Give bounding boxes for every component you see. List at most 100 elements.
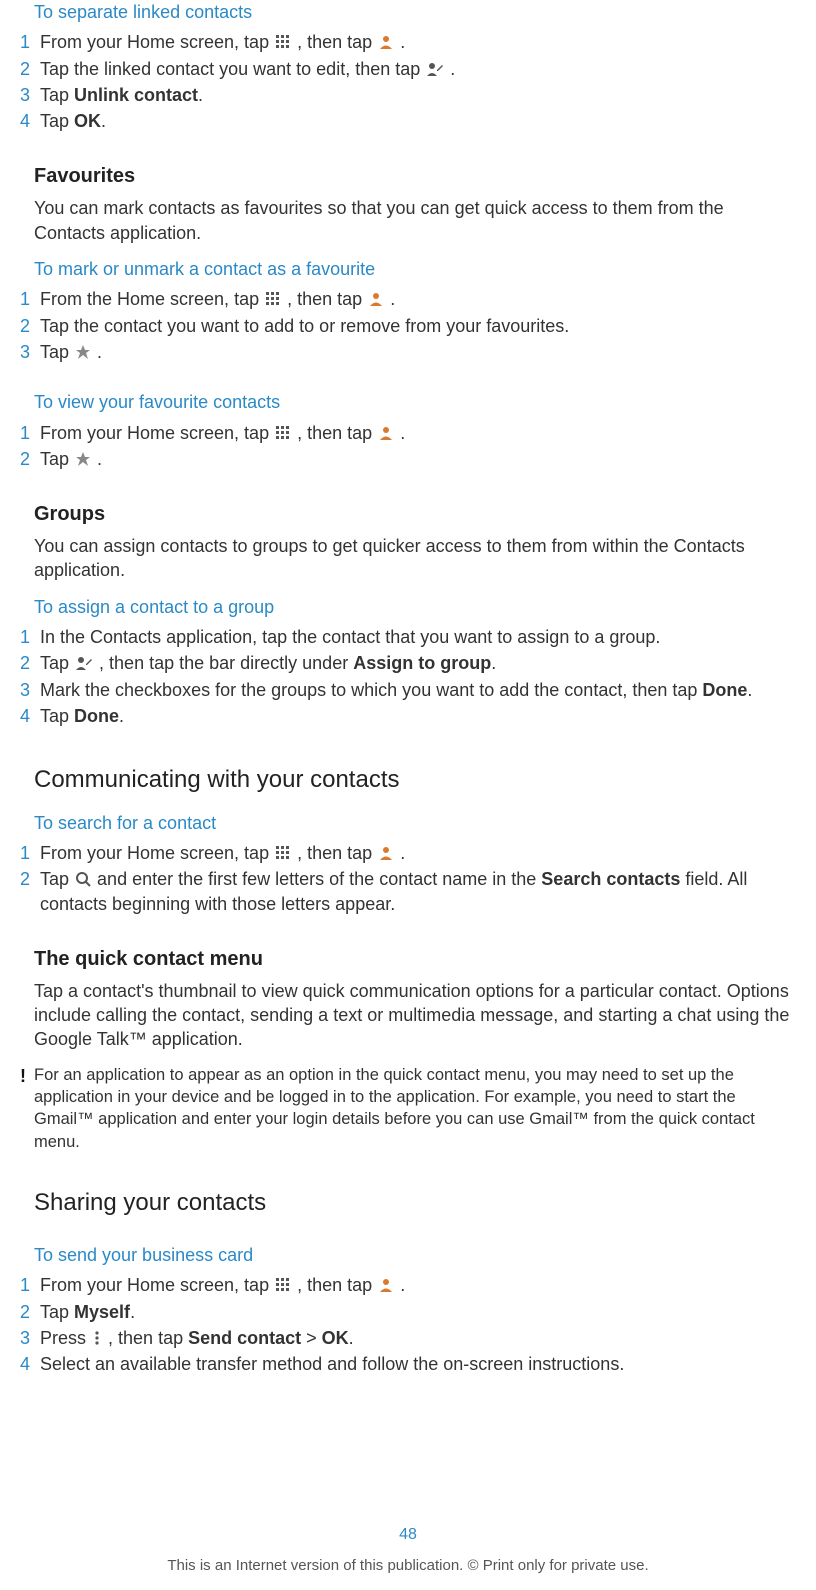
text: From your Home screen, tap <box>40 423 274 443</box>
contact-icon <box>378 34 394 50</box>
step-row: 3 Tap Unlink contact. <box>20 83 796 109</box>
text: From your Home screen, tap <box>40 32 274 52</box>
text: , then tap the bar directly under <box>99 653 353 673</box>
text: , then tap <box>297 843 377 863</box>
step-row: 1 From your Home screen, tap , then tap … <box>20 421 796 447</box>
step-row: 1 In the Contacts application, tap the c… <box>20 625 796 651</box>
step-body: Tap Unlink contact. <box>40 83 796 107</box>
bold-text: Done <box>702 680 747 700</box>
bold-text: Assign to group <box>353 653 491 673</box>
step-row: 2 Tap . <box>20 447 796 473</box>
steps-mark-favourite: 1 From the Home screen, tap , then tap .… <box>20 287 796 366</box>
step-body: In the Contacts application, tap the con… <box>40 625 796 649</box>
text: Tap <box>40 653 74 673</box>
apps-grid-icon <box>265 291 281 307</box>
task-title-search-contact: To search for a contact <box>34 811 796 835</box>
steps-send-business-card: 1 From your Home screen, tap , then tap … <box>20 1273 796 1378</box>
text: Press <box>40 1328 91 1348</box>
step-number: 2 <box>20 314 40 338</box>
step-body: From the Home screen, tap , then tap . <box>40 287 796 311</box>
text: . <box>400 32 405 52</box>
text: Tap the linked contact you want to edit,… <box>40 59 425 79</box>
step-body: From your Home screen, tap , then tap . <box>40 841 796 865</box>
step-body: Tap and enter the first few letters of t… <box>40 867 796 916</box>
step-row: 3 Mark the checkboxes for the groups to … <box>20 678 796 704</box>
text: , then tap <box>108 1328 188 1348</box>
step-number: 2 <box>20 1300 40 1324</box>
bold-text: Myself <box>74 1302 130 1322</box>
text: Tap <box>40 706 74 726</box>
apps-grid-icon <box>275 845 291 861</box>
step-row: 2 Tap and enter the first few letters of… <box>20 867 796 918</box>
step-number: 4 <box>20 1352 40 1376</box>
bold-text: Done <box>74 706 119 726</box>
footer-text: This is an Internet version of this publ… <box>0 1556 816 1576</box>
step-body: From your Home screen, tap , then tap . <box>40 421 796 445</box>
step-body: Tap the linked contact you want to edit,… <box>40 57 796 81</box>
step-number: 2 <box>20 447 40 471</box>
text: . <box>400 1275 405 1295</box>
text: . <box>390 289 395 309</box>
text: . <box>400 423 405 443</box>
apps-grid-icon <box>275 1277 291 1293</box>
step-number: 2 <box>20 57 40 81</box>
text: Tap <box>40 111 74 131</box>
step-row: 3 Press , then tap Send contact > OK. <box>20 1326 796 1352</box>
step-body: Tap Done. <box>40 704 796 728</box>
step-body: Tap Myself. <box>40 1300 796 1324</box>
step-body: From your Home screen, tap , then tap . <box>40 1273 796 1297</box>
text: . <box>400 843 405 863</box>
step-body: Tap . <box>40 340 796 364</box>
step-number: 1 <box>20 1273 40 1297</box>
menu-dots-icon <box>92 1330 102 1346</box>
step-number: 1 <box>20 30 40 54</box>
task-title-mark-favourite: To mark or unmark a contact as a favouri… <box>34 257 796 281</box>
step-row: 2 Tap , then tap the bar directly under … <box>20 651 796 677</box>
bold-text: Send contact <box>188 1328 301 1348</box>
step-number: 1 <box>20 625 40 649</box>
step-row: 3 Tap . <box>20 340 796 366</box>
section-heading-quick-contact: The quick contact menu <box>34 946 796 973</box>
step-row: 1 From your Home screen, tap , then tap … <box>20 1273 796 1299</box>
steps-assign-group: 1 In the Contacts application, tap the c… <box>20 625 796 730</box>
text: . <box>119 706 124 726</box>
step-body: Tap OK. <box>40 109 796 133</box>
text: . <box>101 111 106 131</box>
text: . <box>747 680 752 700</box>
text: From the Home screen, tap <box>40 289 264 309</box>
step-number: 2 <box>20 867 40 916</box>
text: Tap <box>40 869 74 889</box>
section-heading-favourites: Favourites <box>34 163 796 190</box>
star-icon <box>75 451 91 467</box>
text: . <box>97 342 102 362</box>
task-title-send-business-card: To send your business card <box>34 1243 796 1267</box>
contact-icon <box>368 291 384 307</box>
text: > <box>301 1328 322 1348</box>
text: . <box>349 1328 354 1348</box>
step-row: 2 Tap Myself. <box>20 1300 796 1326</box>
bold-text: Unlink contact <box>74 85 198 105</box>
step-number: 4 <box>20 109 40 133</box>
step-number: 3 <box>20 83 40 107</box>
text: Tap <box>40 1302 74 1322</box>
section-heading-communicating: Communicating with your contacts <box>34 764 796 796</box>
page-number: 48 <box>0 1524 816 1546</box>
contact-icon <box>378 1277 394 1293</box>
steps-search-contact: 1 From your Home screen, tap , then tap … <box>20 841 796 918</box>
apps-grid-icon <box>275 34 291 50</box>
task-title-assign-group: To assign a contact to a group <box>34 595 796 619</box>
text: and enter the first few letters of the c… <box>97 869 541 889</box>
step-row: 4 Tap OK. <box>20 109 796 135</box>
edit-contact-icon <box>75 655 93 671</box>
step-number: 3 <box>20 678 40 702</box>
paragraph: You can assign contacts to groups to get… <box>34 534 796 583</box>
step-row: 1 From the Home screen, tap , then tap . <box>20 287 796 313</box>
step-number: 3 <box>20 1326 40 1350</box>
step-body: Tap , then tap the bar directly under As… <box>40 651 796 675</box>
step-body: From your Home screen, tap , then tap . <box>40 30 796 54</box>
star-icon <box>75 344 91 360</box>
text: . <box>450 59 455 79</box>
step-body: Tap . <box>40 447 796 471</box>
step-number: 1 <box>20 841 40 865</box>
text: . <box>97 449 102 469</box>
